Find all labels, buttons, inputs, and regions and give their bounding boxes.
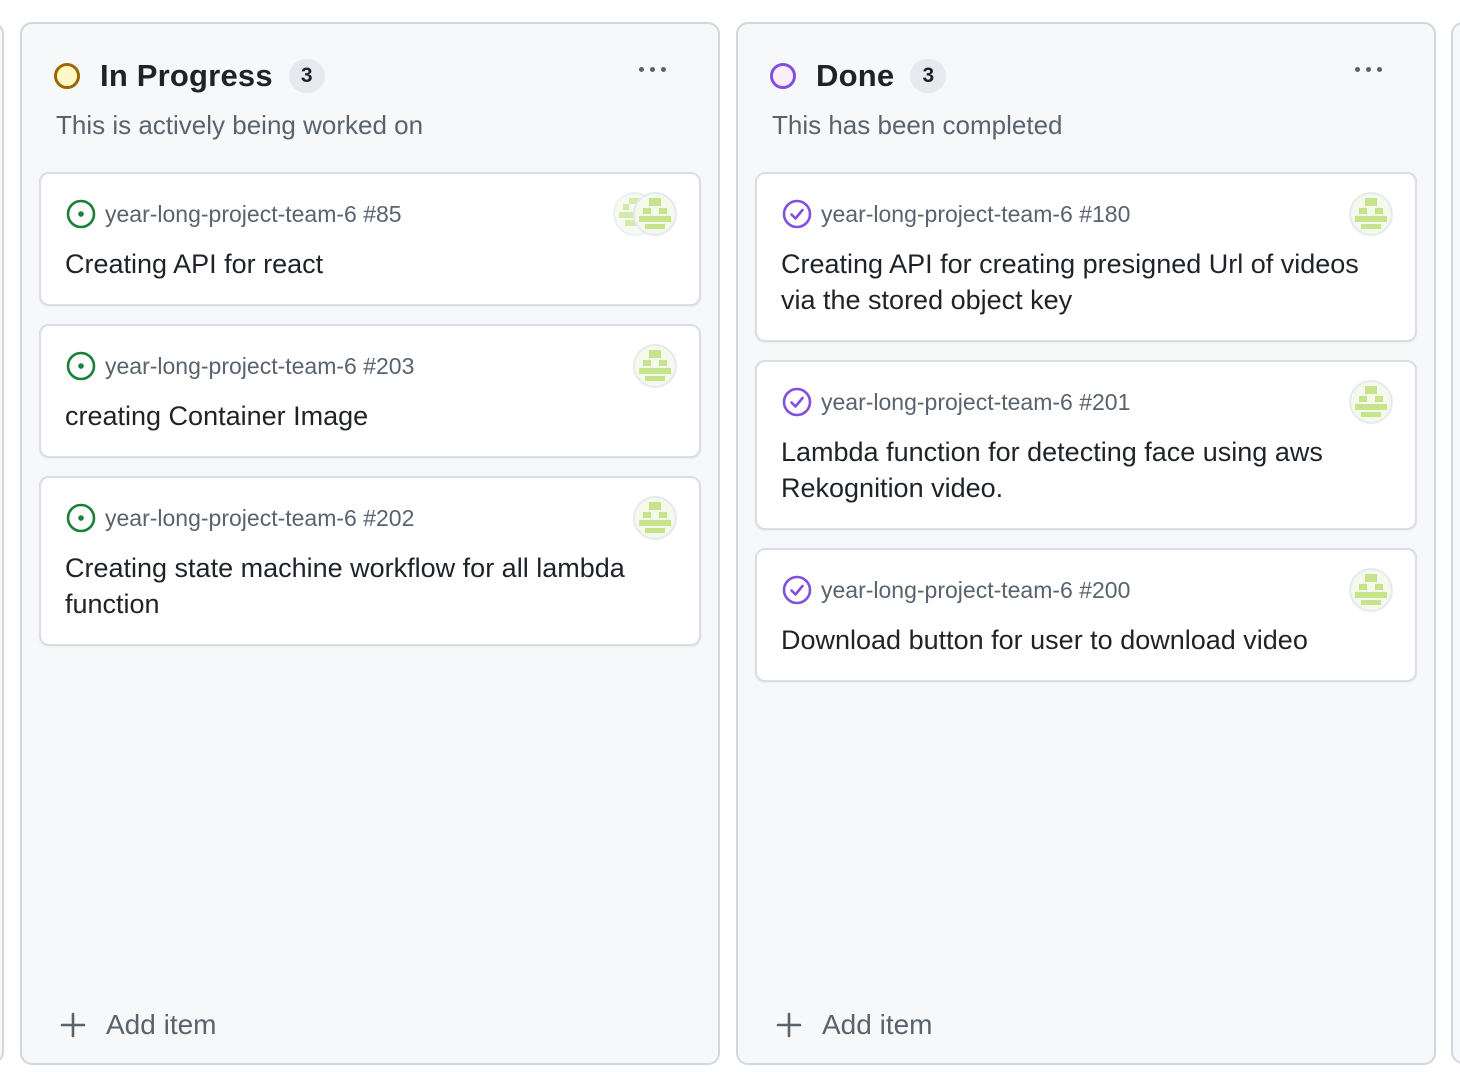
column-menu-button[interactable] <box>632 54 672 84</box>
card-meta: year-long-project-team-6 #202 <box>65 502 414 534</box>
kebab-dot <box>638 66 644 72</box>
column-header: In Progress 3 <box>54 54 694 98</box>
issue-reference: year-long-project-team-6 #85 <box>105 200 402 227</box>
kebab-dot <box>660 66 666 72</box>
issue-card[interactable]: year-long-project-team-6 #203 creating C… <box>39 324 701 458</box>
avatar[interactable] <box>633 192 677 236</box>
add-item-label: Add item <box>106 1009 217 1040</box>
item-count-badge: 3 <box>288 59 325 93</box>
issue-card[interactable]: year-long-project-team-6 #180 Creating A… <box>755 172 1417 342</box>
project-board: In Progress 3 This is actively being wor… <box>0 0 1460 1072</box>
card-meta: year-long-project-team-6 #85 <box>65 198 402 230</box>
add-item-button[interactable]: Add item <box>776 1009 933 1041</box>
issue-title[interactable]: Lambda function for detecting face using… <box>781 434 1389 506</box>
column-in-progress: In Progress 3 This is actively being wor… <box>20 22 720 1065</box>
column-title: Done <box>816 58 895 93</box>
item-count-badge: 3 <box>910 59 947 93</box>
kebab-dot <box>1354 66 1360 72</box>
issue-card[interactable]: year-long-project-team-6 #200 Download b… <box>755 548 1417 682</box>
plus-icon <box>60 1012 86 1038</box>
kebab-dot <box>649 66 655 72</box>
issue-reference: year-long-project-team-6 #203 <box>105 352 415 379</box>
closed-issue-check-icon <box>782 575 812 605</box>
open-issue-icon <box>66 199 96 229</box>
issue-title[interactable]: Creating API for creating presigned Url … <box>781 246 1389 318</box>
closed-issue-check-icon <box>782 199 812 229</box>
card-meta: year-long-project-team-6 #201 <box>781 386 1130 418</box>
add-item-label: Add item <box>822 1009 933 1040</box>
card-meta: year-long-project-team-6 #203 <box>65 350 414 382</box>
avatar[interactable] <box>633 344 677 388</box>
kebab-dot <box>1365 66 1371 72</box>
issue-reference: year-long-project-team-6 #200 <box>821 576 1131 603</box>
card-meta: year-long-project-team-6 #200 <box>781 574 1130 606</box>
open-issue-icon <box>66 351 96 381</box>
column-header: Done 3 <box>770 54 1410 98</box>
progress-circle-icon <box>54 63 80 89</box>
card-meta: year-long-project-team-6 #180 <box>781 198 1130 230</box>
issue-card[interactable]: year-long-project-team-6 #201 Lambda fun… <box>755 360 1417 530</box>
add-item-button[interactable]: Add item <box>60 1009 217 1041</box>
kebab-dot <box>1376 66 1382 72</box>
closed-issue-check-icon <box>782 387 812 417</box>
open-issue-icon <box>66 503 96 533</box>
issue-title[interactable]: creating Container Image <box>65 398 673 434</box>
previous-column-edge <box>0 22 4 1064</box>
done-circle-icon <box>770 63 796 89</box>
assignee-avatars[interactable] <box>613 192 677 236</box>
avatar[interactable] <box>1349 380 1393 424</box>
next-column-edge <box>1451 22 1460 1064</box>
plus-icon <box>776 1012 802 1038</box>
issue-reference: year-long-project-team-6 #180 <box>821 200 1131 227</box>
issue-title[interactable]: Download button for user to download vid… <box>781 622 1389 658</box>
column-title: In Progress <box>100 58 273 93</box>
avatar[interactable] <box>1349 568 1393 612</box>
issue-reference: year-long-project-team-6 #201 <box>821 388 1131 415</box>
column-done: Done 3 This has been completed year-long… <box>736 22 1436 1065</box>
column-menu-button[interactable] <box>1348 54 1388 84</box>
avatar[interactable] <box>1349 192 1393 236</box>
column-description: This is actively being worked on <box>56 110 424 140</box>
avatar[interactable] <box>633 496 677 540</box>
issue-card[interactable]: year-long-project-team-6 #202 Creating s… <box>39 476 701 646</box>
issue-title[interactable]: Creating state machine workflow for all … <box>65 550 673 622</box>
issue-reference: year-long-project-team-6 #202 <box>105 504 415 531</box>
issue-card[interactable]: year-long-project-team-6 #85 Creating AP… <box>39 172 701 306</box>
column-description: This has been completed <box>772 110 1063 140</box>
issue-title[interactable]: Creating API for react <box>65 246 673 282</box>
